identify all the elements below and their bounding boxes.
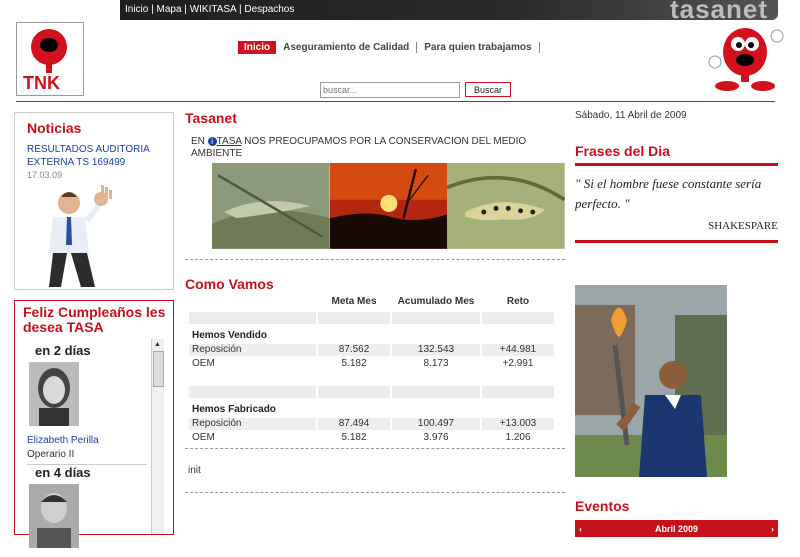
frases-section: Frases del Dia " Si el hombre fuese cons… [575,143,778,243]
birthday-entry: en 4 días [27,465,147,557]
eventos-section: Eventos ‹ Abril 2009 › [575,498,778,537]
torch-bearer-photo [575,285,727,477]
frases-bottom-bar [575,240,778,243]
header-divider [16,101,775,102]
cumpleanos-title: Feliz Cumpleaños les desea TASA [23,304,166,335]
calendar-header: ‹ Abril 2009 › [575,520,778,537]
section-divider [185,447,565,449]
top-links: Inicio | Mapa | WIKITASA | Despachos [125,4,295,15]
calendar-prev-icon[interactable]: ‹ [579,524,582,534]
table-row: OEM 5.182 3.976 1.206 [192,432,531,444]
birthday-entry: en 2 días Elizabeth Perilla Operario II [27,343,147,465]
group-label: Hemos Fabricado [192,404,276,416]
birthday-role: Operario II [27,449,147,465]
quote-text: " Si el hombre fuese constante sería per… [575,176,762,211]
nav-para-quien-trabajamos[interactable]: Para quien trabajamos [417,42,540,53]
birthday-days: en 2 días [35,343,91,358]
top-link-mapa[interactable]: Mapa [157,4,182,15]
quote-author: SHAKESPARE [708,220,778,232]
person-photo [29,362,79,426]
calendar-month: Abril 2009 [654,523,699,534]
caterpillar-photo [447,163,566,249]
logo-emblem-icon [31,29,67,65]
noticias-panel: Noticias RESULTADOS AUDITORIA EXTERNA TS… [14,112,174,290]
nav-inicio[interactable]: Inicio [238,41,277,54]
search-button[interactable]: Buscar [465,82,512,97]
init-text: init [188,464,201,476]
tasanet-title: Tasanet [185,110,237,126]
como-vamos-title: Como Vamos [185,275,274,292]
table-row: Reposición 87.494 100.497 +13.003 [189,417,554,430]
businessman-ok-image [49,185,112,287]
group-label: Hemos Vendido [192,330,268,342]
top-link-inicio[interactable]: Inicio [125,4,148,15]
birthday-name[interactable]: Elizabeth Perilla [27,435,147,446]
col-acumulado-mes: Acumulado Mes [397,296,475,308]
nav-aseguramiento-calidad[interactable]: Aseguramiento de Calidad [276,42,418,53]
cumpleanos-panel: Feliz Cumpleaños les desea TASA en 2 día… [14,300,174,548]
scrollbar-thumb[interactable] [153,351,164,387]
table-row: OEM 5.182 8.173 +2.991 [192,358,534,370]
birthday-days: en 4 días [35,465,91,480]
section-divider [185,258,565,260]
table-row: Reposición 87.562 132.543 +44.981 [189,343,554,356]
frases-top-bar [575,163,778,166]
lizard-photo [212,163,330,249]
como-vamos-table: Meta Mes Acumulado Mes Reto Hemos Vendid… [187,292,556,446]
right-column: Sábado, 11 Abril de 2009 Frases del Dia … [575,110,778,537]
sunset-photo [329,163,448,249]
tasa-link[interactable]: TASA [217,136,242,147]
frases-title: Frases del Dia [575,143,670,159]
top-link-wikitasa[interactable]: WIKITASA [190,4,237,15]
calendar-next-icon[interactable]: › [771,524,774,534]
tasanet-intro: EN i TASA NOS PREOCUPAMOS POR LA CONSERVA… [191,136,527,159]
search-input[interactable] [320,82,460,98]
col-meta-mes: Meta Mes [331,296,377,308]
col-reto: Reto [506,296,530,308]
eventos-title: Eventos [575,498,630,514]
noticias-title: Noticias [27,120,82,136]
person-photo [29,484,79,548]
noticia-date: 17.03.09 [27,170,63,180]
environment-photos [212,163,566,249]
current-date: Sábado, 11 Abril de 2009 [575,110,687,121]
tnk-logo[interactable]: TNK [16,22,84,96]
main-nav: Inicio Aseguramiento de Calidad Para qui… [238,41,540,54]
mascot-icon [708,28,784,91]
search-form: Buscar [320,82,512,98]
scroll-up-icon[interactable]: ▲ [154,341,161,348]
birthday-scrollbar[interactable]: ▲ [151,339,164,534]
main-content: Tasanet EN i TASA NOS PREOCUPAMOS POR LA … [185,110,566,493]
noticia-link[interactable]: RESULTADOS AUDITORIA EXTERNA TS 169499 [27,143,167,169]
top-bar: Inicio | Mapa | WIKITASA | Despachos tas… [120,0,778,24]
info-icon: i [207,136,217,146]
logo-text: TNK [23,73,60,93]
top-link-despachos[interactable]: Despachos [244,4,294,15]
section-divider [185,491,565,493]
